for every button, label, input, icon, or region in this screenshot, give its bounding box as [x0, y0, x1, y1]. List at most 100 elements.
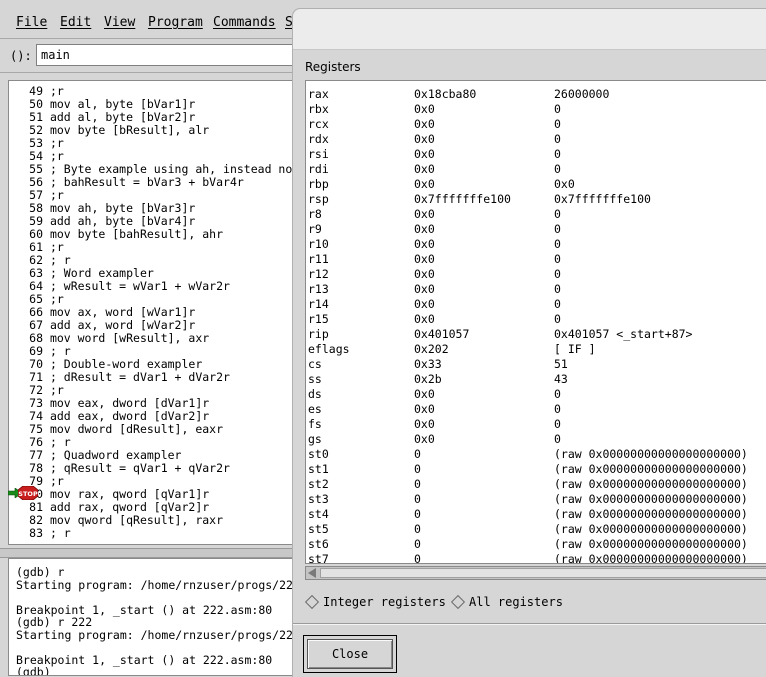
radio-diamond-icon [304, 594, 320, 609]
dialog-separator [293, 623, 766, 625]
radio-integer-registers[interactable]: Integer registers [304, 594, 446, 609]
source-line[interactable]: 83 ; r [9, 527, 71, 540]
breakpoint-stop-label: STOP [18, 490, 38, 498]
register-hex-value: 0x0 [414, 207, 435, 221]
register-name: r13 [308, 282, 329, 296]
register-natural-value: 51 [554, 357, 568, 371]
register-row[interactable]: st4 0 (raw 0x00000000000000000000) [308, 507, 766, 522]
registers-title: Registers [305, 60, 361, 74]
register-row[interactable]: r9 0x0 0 [308, 222, 766, 237]
register-row[interactable]: rip 0x401057 0x401057 <_start+87> [308, 327, 766, 342]
register-row[interactable]: rsi 0x0 0 [308, 147, 766, 162]
register-row[interactable]: st7 0 (raw 0x00000000000000000000) [308, 552, 766, 564]
register-row[interactable]: rsp 0x7fffffffe100 0x7fffffffe100 [308, 192, 766, 207]
source-line-text: add ax, word [wVar2]r [49, 318, 196, 332]
register-natural-value: (raw 0x00000000000000000000) [554, 507, 748, 521]
register-row[interactable]: cs 0x33 51 [308, 357, 766, 372]
register-row[interactable]: st5 0 (raw 0x00000000000000000000) [308, 522, 766, 537]
console-line: Starting program: /home/rnzuser/progs/22 [16, 627, 293, 642]
register-natural-value: 0 [554, 417, 561, 431]
register-row[interactable]: r11 0x0 0 [308, 252, 766, 267]
register-name: st0 [308, 447, 329, 461]
source-line-text: ; qResult = qVar1 + qVar2r [49, 461, 230, 475]
register-natural-value: 0 [554, 282, 561, 296]
register-row[interactable]: rdi 0x0 0 [308, 162, 766, 177]
menu-edit[interactable]: Edit [60, 15, 91, 30]
breakpoint-stop-icon[interactable]: STOP [18, 486, 38, 500]
source-line-text: mov word [wResult], axr [49, 331, 210, 345]
source-line-text: mov eax, dword [dVar1]r [49, 396, 210, 410]
register-row[interactable]: gs 0x0 0 [308, 432, 766, 447]
register-hex-value: 0x33 [414, 357, 442, 371]
argument-input[interactable]: main [36, 44, 306, 66]
register-natural-value: 0 [554, 117, 561, 131]
register-row[interactable]: st0 0 (raw 0x00000000000000000000) [308, 447, 766, 462]
register-natural-value: 0x0 [554, 177, 575, 191]
radio-all-registers[interactable]: All registers [450, 594, 563, 609]
radio-integer-label: Integer registers [323, 595, 446, 609]
register-natural-value: 0 [554, 102, 561, 116]
gdb-console[interactable]: (gdb) r Starting program: /home/rnzuser/p… [8, 558, 300, 676]
register-natural-value: 0 [554, 402, 561, 416]
source-line-text: ;r [49, 383, 64, 397]
menu-file[interactable]: File [16, 15, 47, 30]
register-hex-value: 0x0 [414, 267, 435, 281]
register-row[interactable]: r10 0x0 0 [308, 237, 766, 252]
register-natural-value: (raw 0x00000000000000000000) [554, 552, 748, 564]
source-line-number: 83 [29, 526, 43, 540]
register-name: st2 [308, 477, 329, 491]
register-row[interactable]: rax 0x18cba80 26000000 [308, 87, 766, 102]
source-line-text: ; r [49, 344, 71, 358]
scroll-left-icon[interactable] [308, 568, 316, 578]
source-line-text: mov rax, qword [qVar1]r [49, 487, 210, 501]
register-row[interactable]: ds 0x0 0 [308, 387, 766, 402]
dialog-titlebar[interactable] [293, 9, 766, 50]
register-row[interactable]: r12 0x0 0 [308, 267, 766, 282]
register-hex-value: 0x0 [414, 312, 435, 326]
register-row[interactable]: fs 0x0 0 [308, 417, 766, 432]
register-natural-value: 0 [554, 132, 561, 146]
source-line-text: ; Byte example using ah, instead no [49, 162, 293, 176]
source-code-panel[interactable]: 49 ;r 50 mov al, byte [bVar1]r 51 add al, … [8, 80, 298, 545]
register-row[interactable]: ss 0x2b 43 [308, 372, 766, 387]
register-hex-value: 0x18cba80 [414, 87, 477, 101]
menu-commands[interactable]: Commands [213, 15, 276, 30]
console-line: (gdb) [16, 665, 51, 676]
register-row[interactable]: r8 0x0 0 [308, 207, 766, 222]
register-row[interactable]: es 0x0 0 [308, 402, 766, 417]
register-row[interactable]: r13 0x0 0 [308, 282, 766, 297]
register-row[interactable]: st3 0 (raw 0x00000000000000000000) [308, 492, 766, 507]
register-name: ss [308, 372, 322, 386]
register-row[interactable]: rcx 0x0 0 [308, 117, 766, 132]
register-name: ds [308, 387, 322, 401]
source-line-text: ; dResult = dVar1 + dVar2r [49, 370, 230, 384]
register-hex-value: 0 [414, 447, 421, 461]
register-natural-value: 0x401057 <_start+87> [554, 327, 693, 341]
register-hex-value: 0x0 [414, 252, 435, 266]
source-line-text: mov ax, word [wVar1]r [49, 305, 196, 319]
menu-view[interactable]: View [104, 15, 135, 30]
register-row[interactable]: st2 0 (raw 0x00000000000000000000) [308, 477, 766, 492]
source-line-text: ; r [49, 526, 71, 540]
scrollbar-thumb[interactable] [320, 568, 766, 578]
register-row[interactable]: eflags 0x202 [ IF ] [308, 342, 766, 357]
register-name: rax [308, 87, 329, 101]
register-row[interactable]: st1 0 (raw 0x00000000000000000000) [308, 462, 766, 477]
horizontal-scrollbar[interactable] [305, 566, 766, 580]
close-button[interactable]: Close [307, 639, 393, 669]
register-hex-value: 0x2b [414, 372, 442, 386]
panel-sash[interactable] [0, 548, 300, 558]
register-natural-value: (raw 0x00000000000000000000) [554, 492, 748, 506]
register-row[interactable]: rdx 0x0 0 [308, 132, 766, 147]
register-row[interactable]: r15 0x0 0 [308, 312, 766, 327]
menu-program[interactable]: Program [148, 15, 203, 30]
register-natural-value: 0 [554, 267, 561, 281]
register-hex-value: 0 [414, 492, 421, 506]
register-row[interactable]: rbx 0x0 0 [308, 102, 766, 117]
register-row[interactable]: r14 0x0 0 [308, 297, 766, 312]
register-row[interactable]: rbp 0x0 0x0 [308, 177, 766, 192]
register-natural-value: 0 [554, 237, 561, 251]
register-natural-value: 0 [554, 387, 561, 401]
registers-table[interactable]: rax 0x18cba80 26000000 rbx 0x0 0 rcx 0x0 0 rdx 0x0… [305, 80, 766, 564]
register-row[interactable]: st6 0 (raw 0x00000000000000000000) [308, 537, 766, 552]
